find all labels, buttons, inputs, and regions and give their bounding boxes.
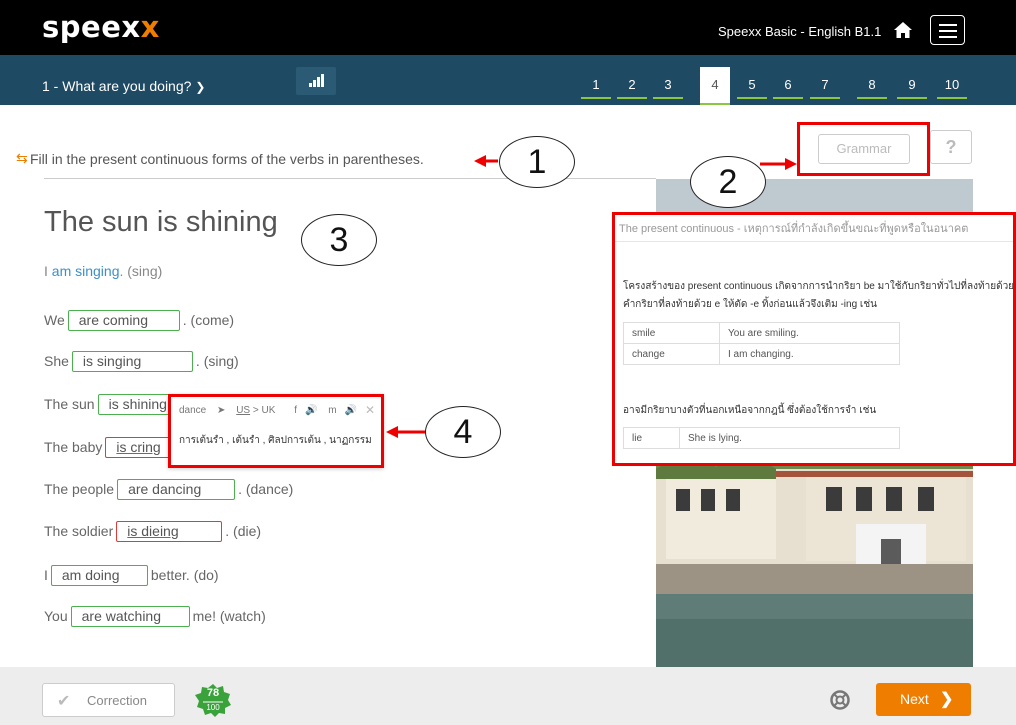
next-label: Next xyxy=(900,691,929,707)
score-value: 78 xyxy=(206,687,220,699)
score-max: 100 xyxy=(206,703,220,712)
correction-button[interactable]: ✔ Correction xyxy=(42,683,175,717)
correction-label: Correction xyxy=(87,693,147,708)
checkmark-icon: ✔ xyxy=(57,693,71,710)
annotation-number: 1 xyxy=(499,136,575,188)
chevron-right-icon: ❯ xyxy=(940,691,954,708)
annotation-number: 3 xyxy=(301,214,377,266)
app-window: speexx Speexx Basic - English B1.1 1 - W… xyxy=(0,0,1016,725)
annotation-number: 2 xyxy=(690,156,766,208)
annotation-number: 4 xyxy=(425,406,501,458)
lifebuoy-icon[interactable] xyxy=(830,690,850,710)
score-badge: 78 100 xyxy=(193,683,233,717)
next-button[interactable]: Next ❯ xyxy=(876,683,971,716)
annotation-arrows xyxy=(174,155,797,700)
